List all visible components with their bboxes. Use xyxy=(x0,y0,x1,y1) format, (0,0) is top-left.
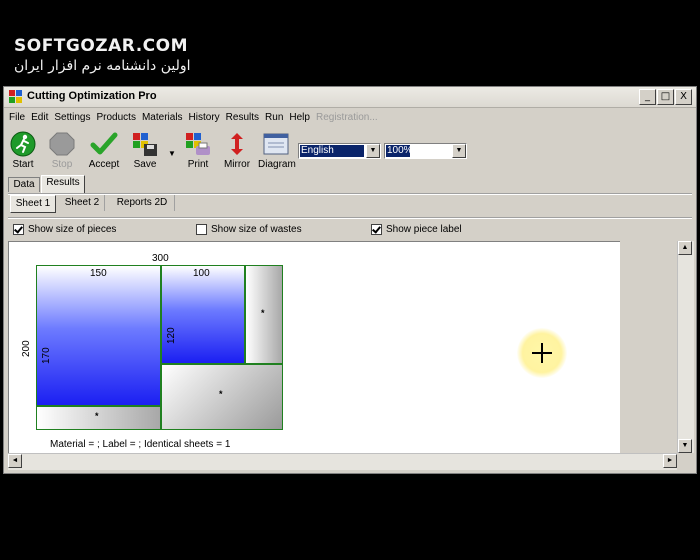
menu-run[interactable]: Run xyxy=(262,110,286,126)
menu-products[interactable]: Products xyxy=(94,110,139,126)
diagram-label: Diagram xyxy=(258,159,296,170)
menu-help[interactable]: Help xyxy=(286,110,313,126)
show-size-wastes-checkbox[interactable] xyxy=(196,224,207,235)
print-icon xyxy=(186,133,210,155)
start-label: Start xyxy=(12,159,34,170)
app-logo-icon xyxy=(9,90,22,103)
piece-2-width-label: 100 xyxy=(193,268,210,279)
save-label: Save xyxy=(133,159,157,170)
menu-bar: File Edit Settings Products Materials Hi… xyxy=(6,110,381,126)
waste-bottom-left[interactable]: * xyxy=(36,406,161,430)
menu-registration: Registration... xyxy=(315,112,378,123)
horizontal-scrollbar[interactable]: ◄ ► xyxy=(8,453,677,470)
show-size-pieces-checkbox[interactable] xyxy=(13,224,24,235)
piece-2-height-label: 120 xyxy=(166,327,177,344)
show-piece-label-checkbox[interactable] xyxy=(371,224,382,235)
zoom-select[interactable]: 100% ▼ xyxy=(384,143,467,159)
maximize-button[interactable]: □ xyxy=(657,89,674,105)
mirror-button[interactable]: Mirror xyxy=(222,131,252,170)
show-piece-label-option[interactable]: Show piece label xyxy=(371,224,462,235)
print-button[interactable]: Print xyxy=(184,131,212,170)
app-window: Cutting Optimization Pro _ □ X File Edit… xyxy=(3,86,697,474)
minimize-button[interactable]: _ xyxy=(639,89,656,105)
waste-mark: * xyxy=(219,389,223,399)
waste-mark: * xyxy=(95,411,99,421)
mirror-label: Mirror xyxy=(223,159,251,170)
start-button[interactable]: Start xyxy=(9,131,37,170)
menu-results[interactable]: Results xyxy=(223,110,262,126)
chevron-down-icon[interactable]: ▼ xyxy=(452,144,466,158)
watermark-brand: SOFTGOZAR.COM xyxy=(14,36,189,56)
scroll-up-button[interactable]: ▲ xyxy=(678,241,692,255)
stop-icon xyxy=(49,132,75,156)
show-size-wastes-option[interactable]: Show size of wastes xyxy=(196,224,302,235)
show-size-pieces-label: Show size of pieces xyxy=(28,224,117,235)
tab-results[interactable]: Results xyxy=(41,175,85,193)
tab-sheet-2[interactable]: Sheet 2 xyxy=(60,195,105,211)
tab-sheet-1[interactable]: Sheet 1 xyxy=(10,195,56,213)
show-size-pieces-option[interactable]: Show size of pieces xyxy=(13,224,116,235)
canvas-margin xyxy=(620,241,677,453)
menu-settings[interactable]: Settings xyxy=(51,110,93,126)
save-button[interactable]: Save xyxy=(130,131,160,170)
subtab-divider xyxy=(8,217,692,219)
sheet-height-label: 200 xyxy=(21,340,32,357)
waste-mark: * xyxy=(261,308,265,318)
scroll-right-button[interactable]: ► xyxy=(663,454,677,468)
language-value: English xyxy=(300,145,364,157)
piece-2[interactable]: 100 120 xyxy=(161,265,245,364)
menu-edit[interactable]: Edit xyxy=(28,110,51,126)
accept-button[interactable]: Accept xyxy=(86,131,122,170)
sheet-footer: Material = ; Label = ; Identical sheets … xyxy=(50,439,231,450)
scroll-down-button[interactable]: ▼ xyxy=(678,439,692,453)
close-button[interactable]: X xyxy=(675,89,692,105)
window-title: Cutting Optimization Pro xyxy=(27,90,157,102)
waste-bottom-right[interactable]: * xyxy=(161,364,283,430)
waste-right[interactable]: * xyxy=(245,265,283,364)
crosshair-cursor-icon xyxy=(532,343,552,363)
accept-label: Accept xyxy=(88,159,120,170)
chevron-down-icon[interactable]: ▼ xyxy=(366,144,380,158)
sheet-canvas[interactable]: 300 200 150 170 * 100 120 * * Material =… xyxy=(8,241,621,455)
save-disk-icon xyxy=(133,133,157,156)
title-bar[interactable]: Cutting Optimization Pro _ □ X xyxy=(4,87,696,108)
checkmark-icon xyxy=(90,132,118,155)
diagram-icon xyxy=(263,133,289,155)
piece-1[interactable]: 150 170 xyxy=(36,265,161,406)
language-select[interactable]: English ▼ xyxy=(298,143,381,159)
print-label: Print xyxy=(187,159,209,170)
sheet-width-label: 300 xyxy=(152,253,169,264)
mirror-arrows-icon xyxy=(231,133,243,155)
save-dropdown-arrow-icon[interactable]: ▼ xyxy=(168,149,176,158)
menu-history[interactable]: History xyxy=(186,110,223,126)
diagram-button[interactable]: Diagram xyxy=(258,131,296,170)
piece-1-height-label: 170 xyxy=(41,347,52,364)
zoom-value: 100% xyxy=(386,145,413,157)
scroll-left-button[interactable]: ◄ xyxy=(8,454,22,468)
stop-button: Stop xyxy=(48,131,76,170)
runner-icon xyxy=(10,131,36,157)
menu-materials[interactable]: Materials xyxy=(139,110,186,126)
tab-data[interactable]: Data xyxy=(8,177,40,192)
piece-1-width-label: 150 xyxy=(90,268,107,279)
show-size-wastes-label: Show size of wastes xyxy=(211,224,302,235)
watermark-subtitle: اولین دانشنامه نرم افزار ایران xyxy=(14,58,191,74)
watermark: SOFTGOZAR.COM اولین دانشنامه نرم افزار ا… xyxy=(14,36,191,74)
stop-label: Stop xyxy=(51,159,73,170)
menu-file[interactable]: File xyxy=(6,110,28,126)
tab-reports-2d[interactable]: Reports 2D xyxy=(110,195,175,211)
show-piece-label-label: Show piece label xyxy=(386,224,462,235)
vertical-scrollbar[interactable]: ▲ ▼ xyxy=(677,241,694,453)
window-controls: _ □ X xyxy=(639,89,692,105)
